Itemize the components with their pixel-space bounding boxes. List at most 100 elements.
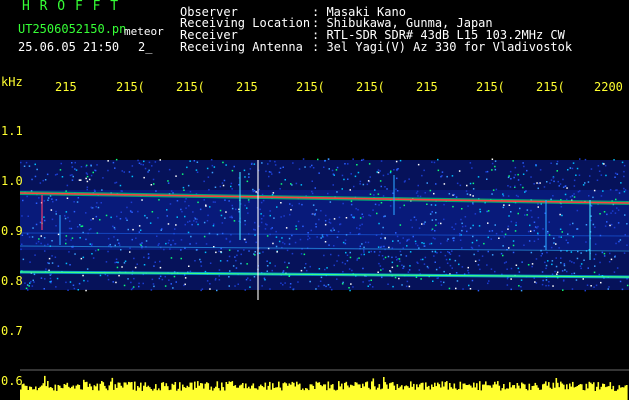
noise-speck <box>144 167 147 170</box>
signal-level-bar <box>407 386 409 400</box>
time-label: 215( <box>536 80 565 94</box>
noise-speck <box>164 285 167 287</box>
signal-level-bar <box>168 390 171 400</box>
noise-speck <box>211 171 214 174</box>
signal-level-bar <box>375 389 378 400</box>
noise-speck <box>221 182 224 184</box>
noise-speck <box>384 186 386 188</box>
noise-speck <box>85 177 87 180</box>
noise-speck <box>378 204 380 206</box>
signal-level-bar <box>161 382 163 400</box>
noise-speck <box>618 240 620 243</box>
noise-speck <box>404 180 406 182</box>
noise-speck <box>380 202 383 204</box>
noise-speck <box>197 223 199 226</box>
signal-level-bar <box>89 383 91 400</box>
noise-speck <box>71 166 74 168</box>
noise-speck <box>561 270 564 272</box>
signal-level-bar <box>69 388 72 400</box>
signal-level-bar <box>170 389 172 400</box>
noise-speck <box>362 183 365 186</box>
signal-level-bar <box>288 383 291 400</box>
noise-speck <box>558 185 560 187</box>
noise-speck <box>387 255 390 258</box>
noise-speck <box>609 224 611 227</box>
noise-speck <box>408 238 410 241</box>
noise-speck <box>291 252 294 255</box>
noise-speck <box>585 224 588 226</box>
noise-speck <box>218 279 221 281</box>
signal-level-bar <box>609 382 612 400</box>
signal-level-bar <box>402 389 405 400</box>
noise-speck <box>605 174 607 177</box>
noise-speck <box>329 222 332 224</box>
noise-speck <box>97 206 100 209</box>
noise-speck <box>384 256 387 259</box>
noise-speck <box>176 200 179 202</box>
signal-level-bar <box>393 385 396 400</box>
noise-speck <box>446 262 449 264</box>
signal-level-bar <box>389 383 391 400</box>
noise-speck <box>502 245 504 247</box>
noise-speck <box>311 192 314 195</box>
signal-level-bar <box>221 382 223 400</box>
noise-speck <box>491 158 494 160</box>
signal-level-bar <box>371 381 373 400</box>
noise-speck <box>65 281 67 284</box>
noise-speck <box>207 176 210 178</box>
noise-speck <box>90 244 93 247</box>
noise-speck <box>460 218 462 221</box>
noise-speck <box>159 260 161 263</box>
noise-speck <box>219 209 222 212</box>
noise-speck <box>545 284 547 287</box>
signal-level-bar <box>461 389 463 400</box>
signal-level-bar <box>87 386 90 400</box>
noise-speck <box>92 171 94 174</box>
noise-speck <box>610 212 612 214</box>
noise-speck <box>466 193 469 195</box>
noise-speck <box>245 241 247 243</box>
noise-speck <box>515 264 518 266</box>
noise-speck <box>550 162 552 164</box>
noise-speck <box>478 259 481 261</box>
signal-level-bar <box>123 382 126 400</box>
noise-speck <box>61 176 64 178</box>
noise-speck <box>595 284 598 287</box>
noise-speck <box>436 277 438 279</box>
noise-speck <box>276 251 278 253</box>
noise-speck <box>623 187 625 190</box>
noise-speck <box>288 243 291 245</box>
noise-speck <box>342 241 345 244</box>
noise-speck <box>289 283 292 285</box>
signal-level-bar <box>426 386 429 400</box>
signal-level-bar <box>606 386 609 400</box>
noise-speck <box>219 260 222 262</box>
time-label: 215( <box>476 80 505 94</box>
noise-speck <box>609 252 611 255</box>
noise-speck <box>353 185 355 188</box>
noise-speck <box>452 239 455 242</box>
noise-speck <box>623 175 625 178</box>
signal-level-bar <box>275 387 277 400</box>
noise-speck <box>472 195 474 197</box>
noise-speck <box>290 209 292 211</box>
signal-level-bar <box>273 388 276 400</box>
noise-speck <box>406 280 409 283</box>
noise-speck <box>33 281 35 283</box>
noise-speck <box>324 223 327 226</box>
noise-speck <box>350 200 353 203</box>
noise-speck <box>614 176 616 178</box>
noise-speck <box>351 269 353 272</box>
noise-speck <box>426 203 428 205</box>
signal-level-bar <box>290 384 292 400</box>
noise-speck <box>244 204 246 207</box>
noise-speck <box>282 166 284 168</box>
noise-speck <box>616 173 619 175</box>
noise-speck <box>304 166 306 168</box>
noise-speck <box>469 162 472 164</box>
noise-speck <box>366 183 369 186</box>
noise-speck <box>469 182 472 185</box>
noise-speck <box>341 283 344 285</box>
noise-speck <box>368 214 370 216</box>
noise-speck <box>571 167 574 170</box>
